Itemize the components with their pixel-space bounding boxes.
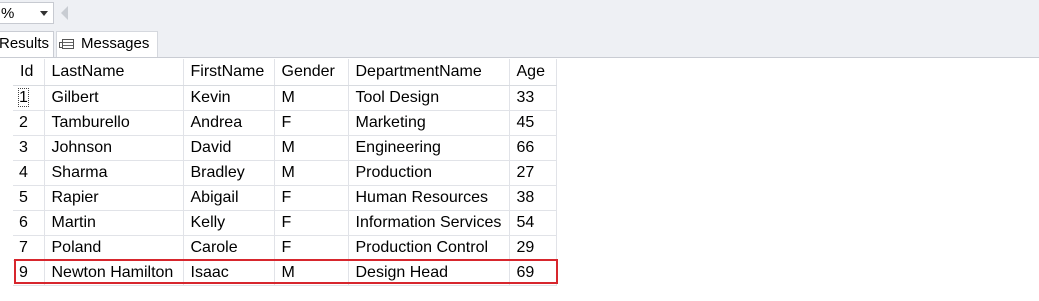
cell-gender[interactable]: F xyxy=(274,110,349,136)
cell-age[interactable]: 66 xyxy=(509,135,557,161)
cell-age[interactable]: 33 xyxy=(509,85,557,111)
column-header[interactable]: Age xyxy=(509,59,557,86)
cell-department[interactable]: Tool Design xyxy=(348,85,510,111)
cell-department[interactable]: Marketing xyxy=(348,110,510,136)
cell-gender[interactable]: M xyxy=(274,260,349,286)
cell-id-value: 1 xyxy=(18,87,29,107)
cell-lastname[interactable]: Tamburello xyxy=(44,110,184,136)
cell-age[interactable]: 54 xyxy=(509,210,557,236)
cell-id[interactable]: 3 xyxy=(13,135,45,161)
cell-firstname[interactable]: David xyxy=(183,135,275,161)
zoom-toolbar: % xyxy=(0,0,1039,28)
grid-bottom-area xyxy=(0,286,1039,301)
cell-department[interactable]: Engineering xyxy=(348,135,510,161)
cell-id[interactable]: 6 xyxy=(13,210,45,236)
cell-gender[interactable]: M xyxy=(274,160,349,186)
table-row[interactable]: 5 Rapier Abigail F Human Resources 38 xyxy=(13,185,557,211)
cell-age[interactable]: 29 xyxy=(509,235,557,261)
chevron-down-icon[interactable] xyxy=(40,11,48,16)
table-row[interactable]: 2 Tamburello Andrea F Marketing 45 xyxy=(13,110,557,136)
cell-age[interactable]: 69 xyxy=(509,260,557,286)
cell-id[interactable]: 4 xyxy=(13,160,45,186)
cell-firstname[interactable]: Abigail xyxy=(183,185,275,211)
cell-lastname[interactable]: Martin xyxy=(44,210,184,236)
cell-department[interactable]: Information Services xyxy=(348,210,510,236)
cell-lastname[interactable]: Gilbert xyxy=(44,85,184,111)
cell-firstname[interactable]: Carole xyxy=(183,235,275,261)
cell-lastname[interactable]: Rapier xyxy=(44,185,184,211)
cell-id[interactable]: 5 xyxy=(13,185,45,211)
cell-department[interactable]: Human Resources xyxy=(348,185,510,211)
cell-id[interactable]: 9 xyxy=(13,260,45,286)
column-header[interactable]: Gender xyxy=(274,59,349,86)
cell-gender[interactable]: F xyxy=(274,210,349,236)
cell-gender[interactable]: M xyxy=(274,135,349,161)
column-header[interactable]: DepartmentName xyxy=(348,59,510,86)
column-header[interactable]: LastName xyxy=(44,59,184,86)
messages-icon xyxy=(59,39,74,49)
tab-messages-label: Messages xyxy=(81,35,150,52)
cell-firstname[interactable]: Isaac xyxy=(183,260,275,286)
table-row[interactable]: 4 Sharma Bradley M Production 27 xyxy=(13,160,557,186)
cell-firstname[interactable]: Kevin xyxy=(183,85,275,111)
cell-department[interactable]: Production xyxy=(348,160,510,186)
cell-id[interactable]: 1 xyxy=(13,85,45,111)
cell-id[interactable]: 2 xyxy=(13,110,45,136)
cell-gender[interactable]: F xyxy=(274,185,349,211)
column-header[interactable]: FirstName xyxy=(183,59,275,86)
table-row-highlighted[interactable]: 9 Newton Hamilton Isaac M Design Head 69 xyxy=(13,260,557,286)
cell-lastname[interactable]: Newton Hamilton xyxy=(44,260,184,286)
tab-results[interactable]: Results xyxy=(0,31,54,57)
table-row[interactable]: 7 Poland Carole F Production Control 29 xyxy=(13,235,557,261)
results-tabs: Results Messages xyxy=(0,28,1039,58)
table-row[interactable]: 1 Gilbert Kevin M Tool Design 33 xyxy=(13,85,557,111)
zoom-value: % xyxy=(1,5,15,22)
column-header[interactable]: Id xyxy=(13,59,45,86)
cell-gender[interactable]: F xyxy=(274,235,349,261)
cell-age[interactable]: 38 xyxy=(509,185,557,211)
table-row[interactable]: 6 Martin Kelly F Information Services 54 xyxy=(13,210,557,236)
cell-department[interactable]: Production Control xyxy=(348,235,510,261)
cell-gender[interactable]: M xyxy=(274,85,349,111)
cell-department[interactable]: Design Head xyxy=(348,260,510,286)
cell-id[interactable]: 7 xyxy=(13,235,45,261)
cell-age[interactable]: 45 xyxy=(509,110,557,136)
results-grid: Id LastName FirstName Gender DepartmentN… xyxy=(13,59,557,286)
cell-firstname[interactable]: Bradley xyxy=(183,160,275,186)
table-row[interactable]: 3 Johnson David M Engineering 66 xyxy=(13,135,557,161)
cell-lastname[interactable]: Poland xyxy=(44,235,184,261)
scroll-left-icon[interactable] xyxy=(61,6,68,20)
zoom-dropdown[interactable]: % xyxy=(0,2,54,24)
cell-lastname[interactable]: Johnson xyxy=(44,135,184,161)
cell-lastname[interactable]: Sharma xyxy=(44,160,184,186)
cell-firstname[interactable]: Andrea xyxy=(183,110,275,136)
cell-age[interactable]: 27 xyxy=(509,160,557,186)
tab-results-label: Results xyxy=(0,35,50,52)
grid-header-row: Id LastName FirstName Gender DepartmentN… xyxy=(13,59,557,86)
cell-firstname[interactable]: Kelly xyxy=(183,210,275,236)
tab-messages[interactable]: Messages xyxy=(56,31,158,57)
